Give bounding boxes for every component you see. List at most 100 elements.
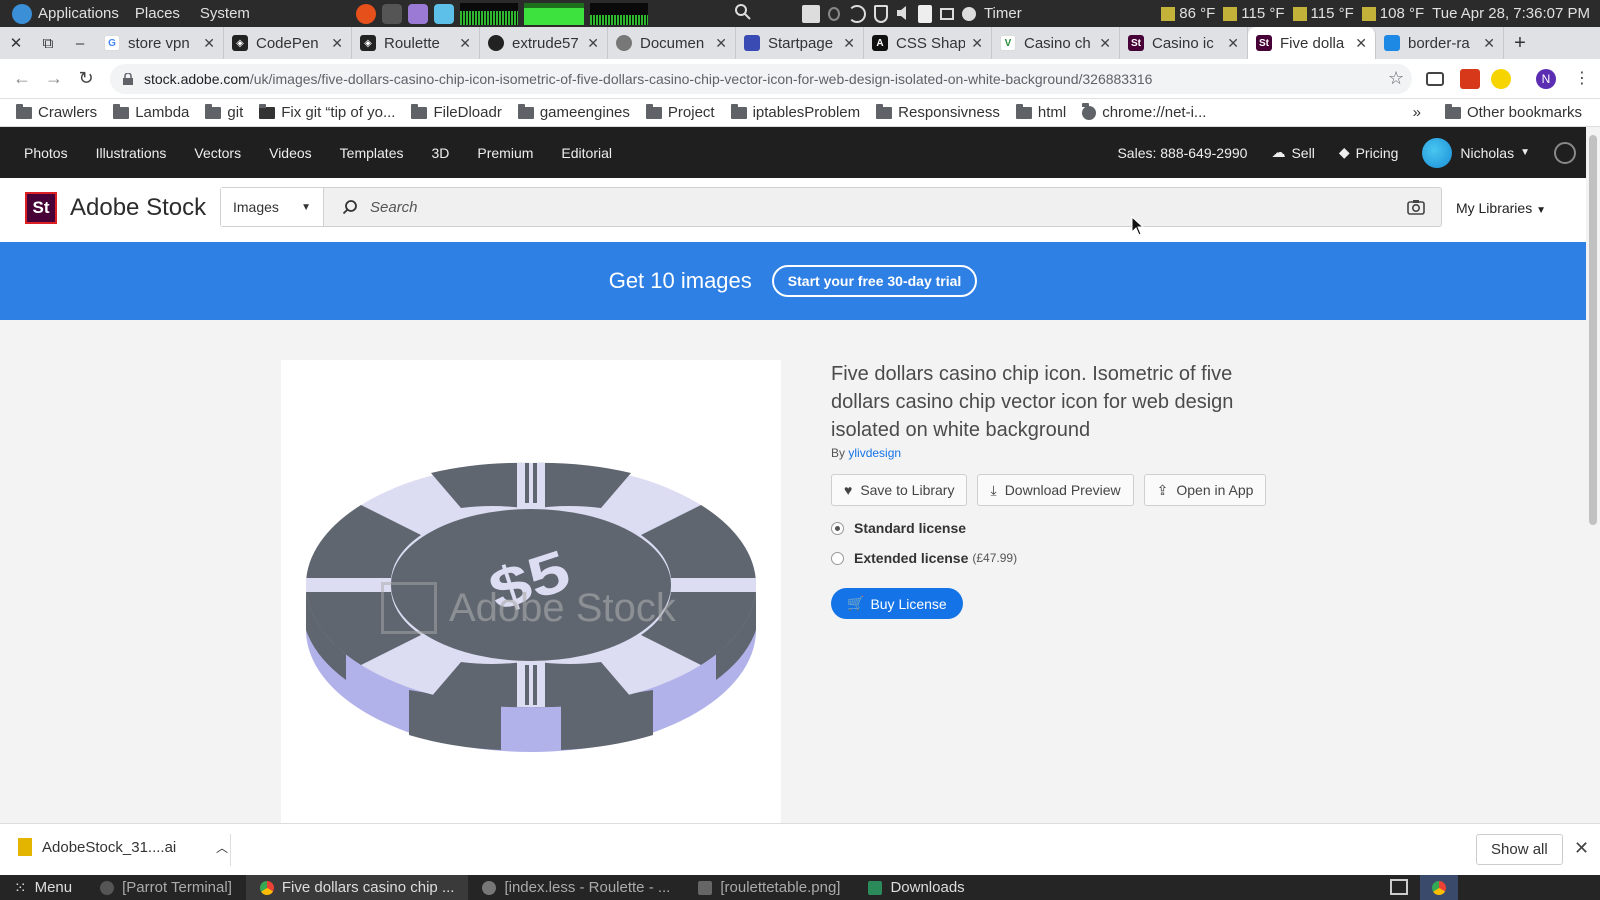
- applications-menu[interactable]: Applications: [0, 3, 125, 24]
- asset-type-select[interactable]: Images ▼: [221, 188, 324, 226]
- tab-css-shapes[interactable]: A CSS Shap ✕: [864, 27, 992, 59]
- download-preview-button[interactable]: ⤓ Download Preview: [977, 474, 1134, 506]
- nav-videos[interactable]: Videos: [255, 145, 326, 161]
- close-icon[interactable]: ✕: [1574, 838, 1589, 859]
- other-bookmarks[interactable]: Other bookmarks: [1437, 103, 1590, 121]
- tab-close-icon[interactable]: ✕: [843, 35, 855, 52]
- bookmark-git[interactable]: git: [197, 103, 251, 121]
- tab-close-icon[interactable]: ✕: [1483, 35, 1495, 52]
- volume-icon[interactable]: [896, 5, 910, 23]
- nav-editorial[interactable]: Editorial: [547, 145, 626, 161]
- tab-casino-chip[interactable]: V Casino ch ✕: [992, 27, 1120, 59]
- system-menu[interactable]: System: [190, 5, 260, 22]
- forward-button[interactable]: →: [38, 68, 70, 89]
- author-link[interactable]: ylivdesign: [848, 446, 901, 460]
- bookmark-iptables[interactable]: iptablesProblem: [723, 103, 869, 121]
- camera-icon[interactable]: [1407, 199, 1425, 215]
- buy-license-button[interactable]: 🛒 Buy License: [831, 588, 963, 619]
- chrome-tray-button[interactable]: [1420, 875, 1458, 900]
- firefox-icon[interactable]: [355, 3, 376, 24]
- profile-avatar[interactable]: N: [1536, 69, 1556, 89]
- nav-premium[interactable]: Premium: [463, 145, 547, 161]
- tab-codepen[interactable]: ◈ CodePen ✕: [224, 27, 352, 59]
- extended-license-option[interactable]: Extended license (£47.99): [831, 550, 1291, 566]
- task-chrome[interactable]: Five dollars casino chip ...: [245, 875, 469, 900]
- download-item[interactable]: AdobeStock_31....ai ︿: [18, 838, 228, 856]
- cast-icon[interactable]: [1426, 72, 1444, 86]
- pricing-link[interactable]: ◆ Pricing: [1339, 144, 1399, 161]
- clock[interactable]: Tue Apr 28, 7:36:07 PM: [1432, 5, 1590, 22]
- tab-close-icon[interactable]: ✕: [203, 35, 215, 52]
- bookmark-responsivness[interactable]: Responsivness: [868, 103, 1008, 121]
- nav-photos[interactable]: Photos: [0, 145, 82, 161]
- extension-red-icon[interactable]: [1460, 69, 1480, 89]
- start-menu-button[interactable]: ⁙ Menu: [0, 875, 86, 900]
- restore-window-icon[interactable]: ⧉: [32, 35, 64, 52]
- page-scrollbar[interactable]: [1586, 127, 1600, 823]
- extension-yellow-icon[interactable]: [1491, 69, 1511, 89]
- tab-close-icon[interactable]: ✕: [587, 35, 599, 52]
- task-downloads[interactable]: Downloads: [854, 875, 978, 900]
- notes-icon[interactable]: [407, 3, 428, 24]
- asset-preview[interactable]: $5 Adobe Stock: [281, 360, 781, 823]
- tab-roulette[interactable]: ◈ Roulette ✕: [352, 27, 480, 59]
- tab-close-icon[interactable]: ✕: [331, 35, 343, 52]
- sales-phone[interactable]: Sales: 888-649-2990: [1117, 145, 1247, 161]
- bookmark-html[interactable]: html: [1008, 103, 1074, 121]
- reload-button[interactable]: ↻: [70, 68, 102, 89]
- display-icon[interactable]: [939, 7, 954, 20]
- editor-icon[interactable]: [433, 3, 454, 24]
- bookmark-gameengines[interactable]: gameengines: [510, 103, 638, 121]
- bookmark-star-icon[interactable]: ☆: [1388, 68, 1404, 89]
- clipboard-icon[interactable]: [917, 4, 932, 23]
- browser-menu-icon[interactable]: ⋮: [1574, 68, 1590, 88]
- radio-unselected[interactable]: [831, 551, 844, 565]
- tab-close-icon[interactable]: ✕: [971, 35, 983, 52]
- new-tab-button[interactable]: +: [1504, 32, 1536, 55]
- tab-casino-icon[interactable]: St Casino ic ✕: [1120, 27, 1248, 59]
- tab-close-icon[interactable]: ✕: [1355, 35, 1367, 52]
- save-to-library-button[interactable]: ♥ Save to Library: [831, 474, 968, 506]
- open-in-app-button[interactable]: ⇪ Open in App: [1143, 474, 1267, 506]
- search-icon[interactable]: [734, 3, 752, 25]
- bookmarks-overflow-button[interactable]: »: [1413, 104, 1421, 121]
- bookmark-filedloadr[interactable]: FileDloadr: [403, 103, 509, 121]
- nav-vectors[interactable]: Vectors: [180, 145, 255, 161]
- terminal-icon[interactable]: [381, 3, 402, 24]
- bookmark-project[interactable]: Project: [638, 103, 723, 121]
- nav-3d[interactable]: 3D: [417, 145, 463, 161]
- bookmark-lambda[interactable]: Lambda: [105, 103, 197, 121]
- bluetooth-icon[interactable]: [827, 6, 840, 21]
- sell-link[interactable]: ☁ Sell: [1271, 144, 1314, 161]
- adobe-stock-logo[interactable]: St: [25, 192, 57, 224]
- task-terminal[interactable]: [Parrot Terminal]: [86, 875, 246, 900]
- url-field[interactable]: stock.adobe.com/uk/images/five-dollars-c…: [110, 64, 1412, 94]
- minimize-window-icon[interactable]: –: [64, 35, 96, 52]
- my-libraries-button[interactable]: My Libraries ▼: [1456, 200, 1546, 216]
- bookmark-crawlers[interactable]: Crawlers: [0, 103, 105, 121]
- task-image-viewer[interactable]: [roulettetable.png]: [684, 875, 854, 900]
- close-window-icon[interactable]: ✕: [0, 34, 32, 52]
- creative-cloud-icon[interactable]: [1554, 141, 1576, 164]
- nav-illustrations[interactable]: Illustrations: [82, 145, 181, 161]
- screenshot-icon[interactable]: [801, 4, 820, 23]
- screenshot-tray-icon[interactable]: [1390, 879, 1408, 895]
- show-all-button[interactable]: Show all: [1476, 834, 1563, 865]
- timer-icon[interactable]: [961, 6, 976, 21]
- search-input[interactable]: Search: [370, 199, 418, 216]
- tab-five-dollars[interactable]: St Five dolla ✕: [1248, 27, 1376, 59]
- tab-close-icon[interactable]: ✕: [1227, 35, 1239, 52]
- nav-templates[interactable]: Templates: [326, 145, 418, 161]
- night-mode-icon[interactable]: [847, 4, 866, 23]
- places-menu[interactable]: Places: [125, 5, 190, 22]
- tab-store-vpn[interactable]: Gstore vpn ✕: [96, 27, 224, 59]
- scrollbar-thumb[interactable]: [1589, 135, 1597, 525]
- back-button[interactable]: ←: [6, 68, 38, 89]
- task-editor[interactable]: [index.less - Roulette - ...: [468, 875, 684, 900]
- shield-icon[interactable]: [873, 4, 888, 23]
- tab-close-icon[interactable]: ✕: [715, 35, 727, 52]
- tab-border-radius[interactable]: border-ra ✕: [1376, 27, 1504, 59]
- user-menu[interactable]: Nicholas ▼: [1422, 137, 1530, 168]
- tab-close-icon[interactable]: ✕: [459, 35, 471, 52]
- tab-github[interactable]: extrude57 ✕: [480, 27, 608, 59]
